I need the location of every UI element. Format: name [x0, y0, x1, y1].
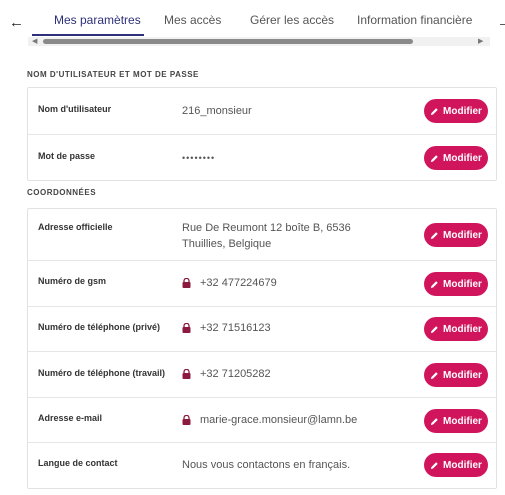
section-title-credentials: NOM D'UTILISATEUR ET MOT DE PASSE [27, 70, 199, 79]
phone-work-label: Numéro de téléphone (travail) [38, 368, 166, 378]
pencil-icon [430, 417, 438, 425]
lock-icon [182, 415, 191, 425]
pencil-icon [430, 107, 438, 115]
section-title-contact: COORDONNÉES [27, 188, 97, 197]
contact-row-language: Langue de contact Nous vous contactons e… [28, 442, 496, 489]
modify-username-button[interactable]: Modifier [424, 99, 488, 123]
modify-button-label: Modifier [443, 369, 482, 381]
modify-gsm-button[interactable]: Modifier [424, 272, 488, 296]
modify-password-button[interactable]: Modifier [424, 146, 488, 170]
pencil-icon [430, 325, 438, 333]
username-label: Nom d'utilisateur [38, 104, 112, 114]
gsm-value: +32 477224679 [200, 277, 277, 289]
password-label: Mot de passe [38, 151, 96, 161]
pencil-icon [430, 371, 438, 379]
language-label: Langue de contact [38, 458, 118, 468]
contact-row-phone-private: Numéro de téléphone (privé) +32 71516123… [28, 306, 496, 352]
tab-bar: ← Mes paramètres Mes accès Gérer les acc… [0, 0, 505, 48]
pencil-icon [430, 154, 438, 162]
credentials-row-username: Nom d'utilisateur 216_monsieur Modifier [28, 88, 496, 134]
lock-icon [182, 278, 191, 288]
scroll-left-arrow-icon[interactable]: ← [9, 14, 24, 31]
modify-phone-work-button[interactable]: Modifier [424, 363, 488, 387]
address-label: Adresse officielle [38, 222, 113, 232]
scrollbar-thumb[interactable] [43, 39, 413, 44]
modify-language-button[interactable]: Modifier [424, 453, 488, 477]
lock-icon [182, 323, 191, 333]
contact-row-email: Adresse e-mail marie-grace.monsieur@lamn… [28, 397, 496, 443]
phone-private-label: Numéro de téléphone (privé) [38, 322, 161, 332]
modify-button-label: Modifier [443, 323, 482, 335]
modify-button-label: Modifier [443, 278, 482, 290]
password-value: •••••••• [182, 153, 216, 163]
modify-phone-private-button[interactable]: Modifier [424, 317, 488, 341]
modify-email-button[interactable]: Modifier [424, 409, 488, 433]
pencil-icon [430, 461, 438, 469]
modify-button-label: Modifier [443, 229, 482, 241]
scroll-right-arrow-icon[interactable]: → [497, 14, 505, 31]
tab-mes-parametres[interactable]: Mes paramètres [54, 13, 141, 27]
tab-information-financiere[interactable]: Information financière [357, 13, 472, 27]
contact-row-address: Adresse officielle Rue De Reumont 12 boî… [28, 209, 496, 260]
lock-icon [182, 369, 191, 379]
scrollbar-right-icon[interactable]: ▶ [478, 37, 483, 46]
modify-button-label: Modifier [443, 459, 482, 471]
modify-button-label: Modifier [443, 415, 482, 427]
pencil-icon [430, 231, 438, 239]
modify-button-label: Modifier [443, 105, 482, 117]
contact-row-gsm: Numéro de gsm +32 477224679 Modifier [28, 260, 496, 307]
phone-work-value: +32 71205282 [200, 368, 271, 380]
active-tab-indicator [32, 34, 144, 36]
tabs-scrollbar[interactable]: ◀ ▶ [28, 37, 490, 46]
email-label: Adresse e-mail [38, 413, 103, 423]
pencil-icon [430, 280, 438, 288]
gsm-label: Numéro de gsm [38, 276, 107, 286]
credentials-row-password: Mot de passe •••••••• Modifier [28, 134, 496, 181]
modify-button-label: Modifier [443, 152, 482, 164]
tab-mes-acces[interactable]: Mes accès [164, 13, 221, 27]
tab-gerer-les-acces[interactable]: Gérer les accès [250, 13, 334, 27]
language-value: Nous vous contactons en français. [182, 459, 351, 471]
credentials-card: Nom d'utilisateur 216_monsieur Modifier … [27, 87, 497, 181]
modify-address-button[interactable]: Modifier [424, 223, 488, 247]
username-value: 216_monsieur [182, 105, 252, 117]
email-value: marie-grace.monsieur@lamn.be [200, 414, 358, 426]
contact-card: Adresse officielle Rue De Reumont 12 boî… [27, 208, 497, 489]
phone-private-value: +32 71516123 [200, 322, 271, 334]
address-value: Rue De Reumont 12 boîte B, 6536 Thuillie… [182, 222, 351, 250]
scrollbar-left-icon[interactable]: ◀ [32, 37, 37, 46]
contact-row-phone-work: Numéro de téléphone (travail) +32 712052… [28, 351, 496, 398]
